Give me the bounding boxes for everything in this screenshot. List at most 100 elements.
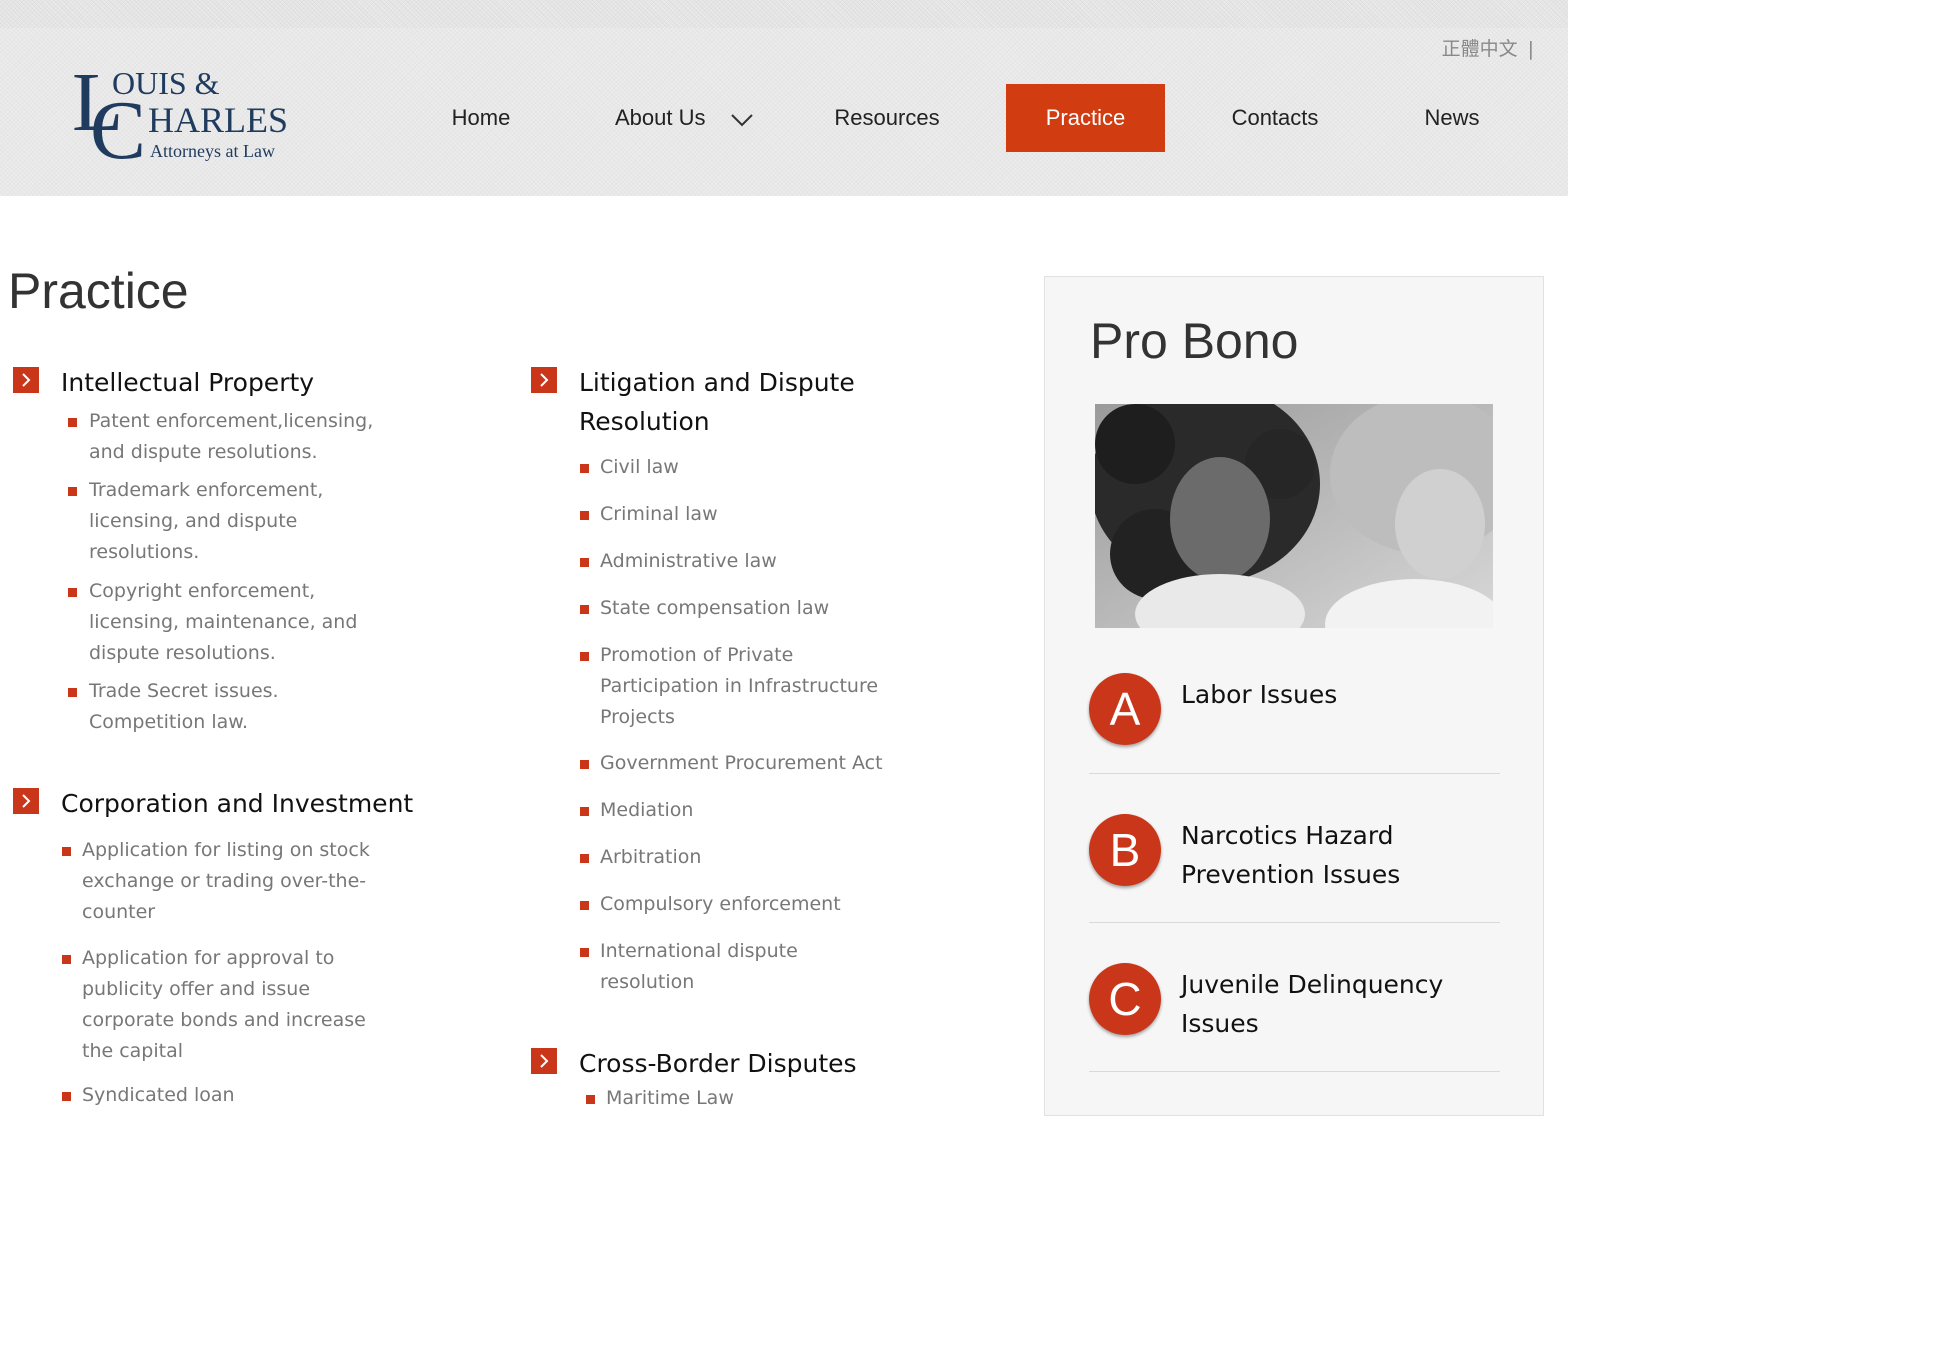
bullet [62, 1092, 71, 1101]
list-item-line: Civil law [600, 456, 679, 478]
header-top-band [0, 0, 1568, 28]
language-separator: | [1527, 38, 1534, 60]
issue-letter-c: C [1089, 963, 1161, 1035]
chevron-right-icon [540, 1054, 549, 1068]
list-item-line: Participation in Infrastructure [600, 675, 879, 697]
divider [1089, 773, 1500, 774]
divider [1089, 1071, 1500, 1072]
list-item: International dispute resolution [600, 936, 798, 998]
list-item: Trademark enforcement, licensing, and di… [89, 475, 323, 568]
list-item-line: the capital [82, 1040, 184, 1062]
section-title-line: Resolution [579, 407, 710, 436]
bullet [62, 847, 71, 856]
list-item: Criminal law [600, 499, 718, 530]
list-item: Mediation [600, 795, 693, 826]
bullet [586, 1095, 595, 1104]
list-item: Promotion of Private Participation in In… [600, 640, 878, 733]
issue-line: Issues [1181, 1009, 1259, 1038]
bullet [68, 688, 77, 697]
list-item: Application for approval to publicity of… [82, 943, 366, 1067]
list-item-line: Administrative law [600, 550, 777, 572]
bullet [580, 511, 589, 520]
logo-tagline: Attorneys at Law [150, 141, 275, 161]
list-item-line: Trademark enforcement, [89, 479, 324, 501]
bullet [580, 760, 589, 769]
section-title-ip: Intellectual Property [61, 368, 315, 397]
bullet [68, 487, 77, 496]
list-item-line: Projects [600, 706, 675, 728]
section-title-crossborder: Cross-Border Disputes [579, 1049, 857, 1078]
list-item-line: Government Procurement Act [600, 752, 883, 774]
site-logo[interactable]: L C OUIS & HARLES Attorneys at Law [70, 58, 310, 168]
section-marker-corp [13, 788, 39, 814]
chevron-right-icon [22, 794, 31, 808]
logo-letters-2: HARLES [148, 100, 288, 140]
list-item-line: Arbitration [600, 846, 702, 868]
list-item: Compulsory enforcement [600, 889, 841, 920]
list-item: Civil law [600, 452, 679, 483]
section-marker-ip [13, 367, 39, 393]
list-item-line: resolution [600, 971, 695, 993]
list-item: Administrative law [600, 546, 777, 577]
bullet [580, 807, 589, 816]
list-item-line: Application for approval to [82, 947, 335, 969]
nav-news[interactable]: News [1408, 84, 1496, 152]
issue-juvenile[interactable]: Juvenile Delinquency Issues [1181, 965, 1443, 1043]
bullet [580, 854, 589, 863]
language-link[interactable]: 正體中文 [1442, 38, 1518, 60]
issue-line: Prevention Issues [1181, 860, 1401, 889]
list-item-line: and dispute resolutions. [89, 441, 318, 463]
pro-bono-title: Pro Bono [1090, 313, 1299, 369]
site-header: 正體中文 | L C OUIS & HARLES Attorneys at Law… [0, 0, 1568, 196]
divider [1089, 922, 1500, 923]
list-item-line: Patent enforcement,licensing, [89, 410, 374, 432]
list-item-line: Competition law. [89, 711, 249, 733]
list-item: Arbitration [600, 842, 701, 873]
nav-about[interactable]: About Us [600, 84, 778, 152]
issue-narcotics[interactable]: Narcotics Hazard Prevention Issues [1181, 816, 1400, 894]
nav-about-label: About Us [615, 105, 706, 130]
issue-letter-a: A [1089, 673, 1161, 745]
list-item: State compensation law [600, 593, 829, 624]
bullet [580, 901, 589, 910]
list-item: Syndicated loan [82, 1080, 235, 1111]
list-item-line: Syndicated loan [82, 1084, 235, 1106]
list-item-line: exchange or trading over-the- [82, 870, 367, 892]
chevron-down-icon [731, 114, 753, 127]
nav-practice[interactable]: Practice [1006, 84, 1165, 152]
issue-line: Labor Issues [1181, 680, 1338, 709]
bullet [68, 418, 77, 427]
bullet [68, 588, 77, 597]
list-item-line: Criminal law [600, 503, 718, 525]
list-item: Trade Secret issues. Competition law. [89, 676, 279, 738]
section-title-corp: Corporation and Investment [61, 789, 414, 818]
bullet [580, 652, 589, 661]
nav-resources[interactable]: Resources [816, 84, 958, 152]
list-item-line: Copyright enforcement, [89, 580, 316, 602]
list-item-line: dispute resolutions. [89, 642, 276, 664]
list-item-line: Promotion of Private [600, 644, 794, 666]
section-title-litigation: Litigation and Dispute Resolution [579, 363, 855, 441]
list-item-line: licensing, and dispute [89, 510, 298, 532]
chevron-right-icon [22, 373, 31, 387]
list-item-line: Trade Secret issues. [89, 680, 279, 702]
language-switch: 正體中文 | [1442, 34, 1534, 61]
list-item-line: Compulsory enforcement [600, 893, 841, 915]
list-item-line: International dispute [600, 940, 798, 962]
issue-labor[interactable]: Labor Issues [1181, 675, 1337, 714]
nav-home[interactable]: Home [430, 84, 532, 152]
nav-contacts[interactable]: Contacts [1212, 84, 1338, 152]
list-item-line: corporate bonds and increase [82, 1009, 366, 1031]
list-item: Maritime Law [606, 1083, 734, 1114]
list-item-line: State compensation law [600, 597, 830, 619]
pro-bono-photo [1095, 404, 1493, 628]
list-item-line: licensing, maintenance, and [89, 611, 358, 633]
issue-line: Narcotics Hazard [1181, 821, 1394, 850]
section-title-line: Litigation and Dispute [579, 368, 855, 397]
section-marker-litigation [531, 367, 557, 393]
bullet [580, 948, 589, 957]
bullet [62, 955, 71, 964]
list-item: Copyright enforcement, licensing, mainte… [89, 576, 357, 669]
list-item-line: publicity offer and issue [82, 978, 311, 1000]
issue-line: Juvenile Delinquency [1181, 970, 1444, 999]
